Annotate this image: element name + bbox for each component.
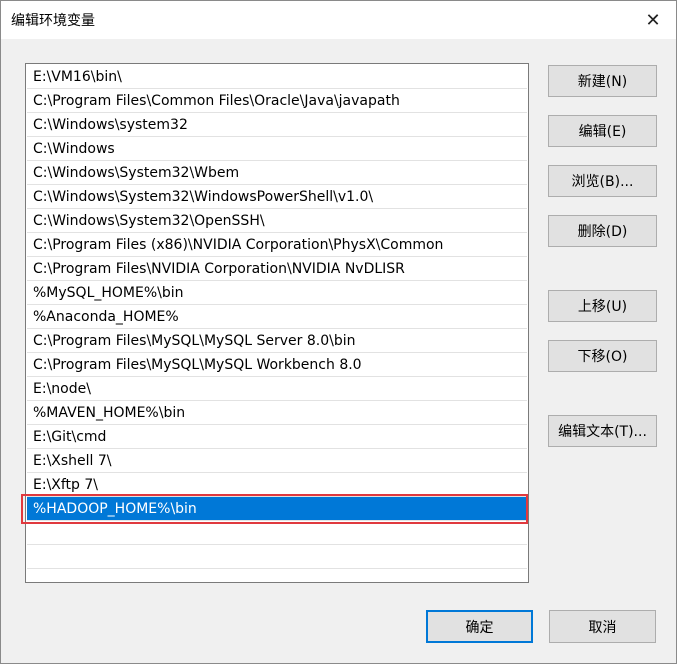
edit-button[interactable]: 编辑(E)	[548, 115, 657, 147]
list-item[interactable]: C:\Program Files (x86)\NVIDIA Corporatio…	[27, 233, 527, 257]
new-button[interactable]: 新建(N)	[548, 65, 657, 97]
window-title: 编辑环境变量	[11, 13, 95, 29]
list-item[interactable]: %MySQL_HOME%\bin	[27, 281, 527, 305]
move-down-button[interactable]: 下移(O)	[548, 340, 657, 372]
list-item[interactable]: %Anaconda_HOME%	[27, 305, 527, 329]
list-item[interactable]: C:\Windows	[27, 137, 527, 161]
close-icon[interactable]: ✕	[630, 1, 676, 39]
move-up-button[interactable]: 上移(U)	[548, 290, 657, 322]
list-item[interactable]: E:\Xftp 7\	[27, 473, 527, 497]
list-item[interactable]: C:\Windows\System32\Wbem	[27, 161, 527, 185]
list-item[interactable]: C:\Program Files\NVIDIA Corporation\NVID…	[27, 257, 527, 281]
list-item-selected[interactable]: %HADOOP_HOME%\bin	[27, 497, 527, 521]
list-item[interactable]: C:\Windows\System32\WindowsPowerShell\v1…	[27, 185, 527, 209]
list-item[interactable]: C:\Program Files\MySQL\MySQL Workbench 8…	[27, 353, 527, 377]
title-bar: 编辑环境变量 ✕	[1, 1, 676, 39]
list-item[interactable]: C:\Program Files\MySQL\MySQL Server 8.0\…	[27, 329, 527, 353]
list-item[interactable]: E:\node\	[27, 377, 527, 401]
ok-button[interactable]: 确定	[426, 610, 533, 643]
list-item[interactable]: E:\VM16\bin\	[27, 65, 527, 89]
list-item[interactable]: C:\Windows\System32\OpenSSH\	[27, 209, 527, 233]
path-list[interactable]: E:\VM16\bin\ C:\Program Files\Common File…	[25, 63, 529, 583]
list-item[interactable]: E:\Xshell 7\	[27, 449, 527, 473]
list-item[interactable]: C:\Windows\system32	[27, 113, 527, 137]
edit-environment-variable-dialog: 编辑环境变量 ✕ E:\VM16\bin\ C:\Program Files\Co…	[0, 0, 677, 664]
delete-button[interactable]: 删除(D)	[548, 215, 657, 247]
row-divider	[27, 520, 527, 521]
list-item[interactable]: E:\Git\cmd	[27, 425, 527, 449]
row-divider	[27, 544, 527, 545]
row-divider	[27, 568, 527, 569]
list-item[interactable]: %MAVEN_HOME%\bin	[27, 401, 527, 425]
edit-text-button[interactable]: 编辑文本(T)...	[548, 415, 657, 447]
browse-button[interactable]: 浏览(B)...	[548, 165, 657, 197]
list-item[interactable]: C:\Program Files\Common Files\Oracle\Jav…	[27, 89, 527, 113]
cancel-button[interactable]: 取消	[549, 610, 656, 643]
